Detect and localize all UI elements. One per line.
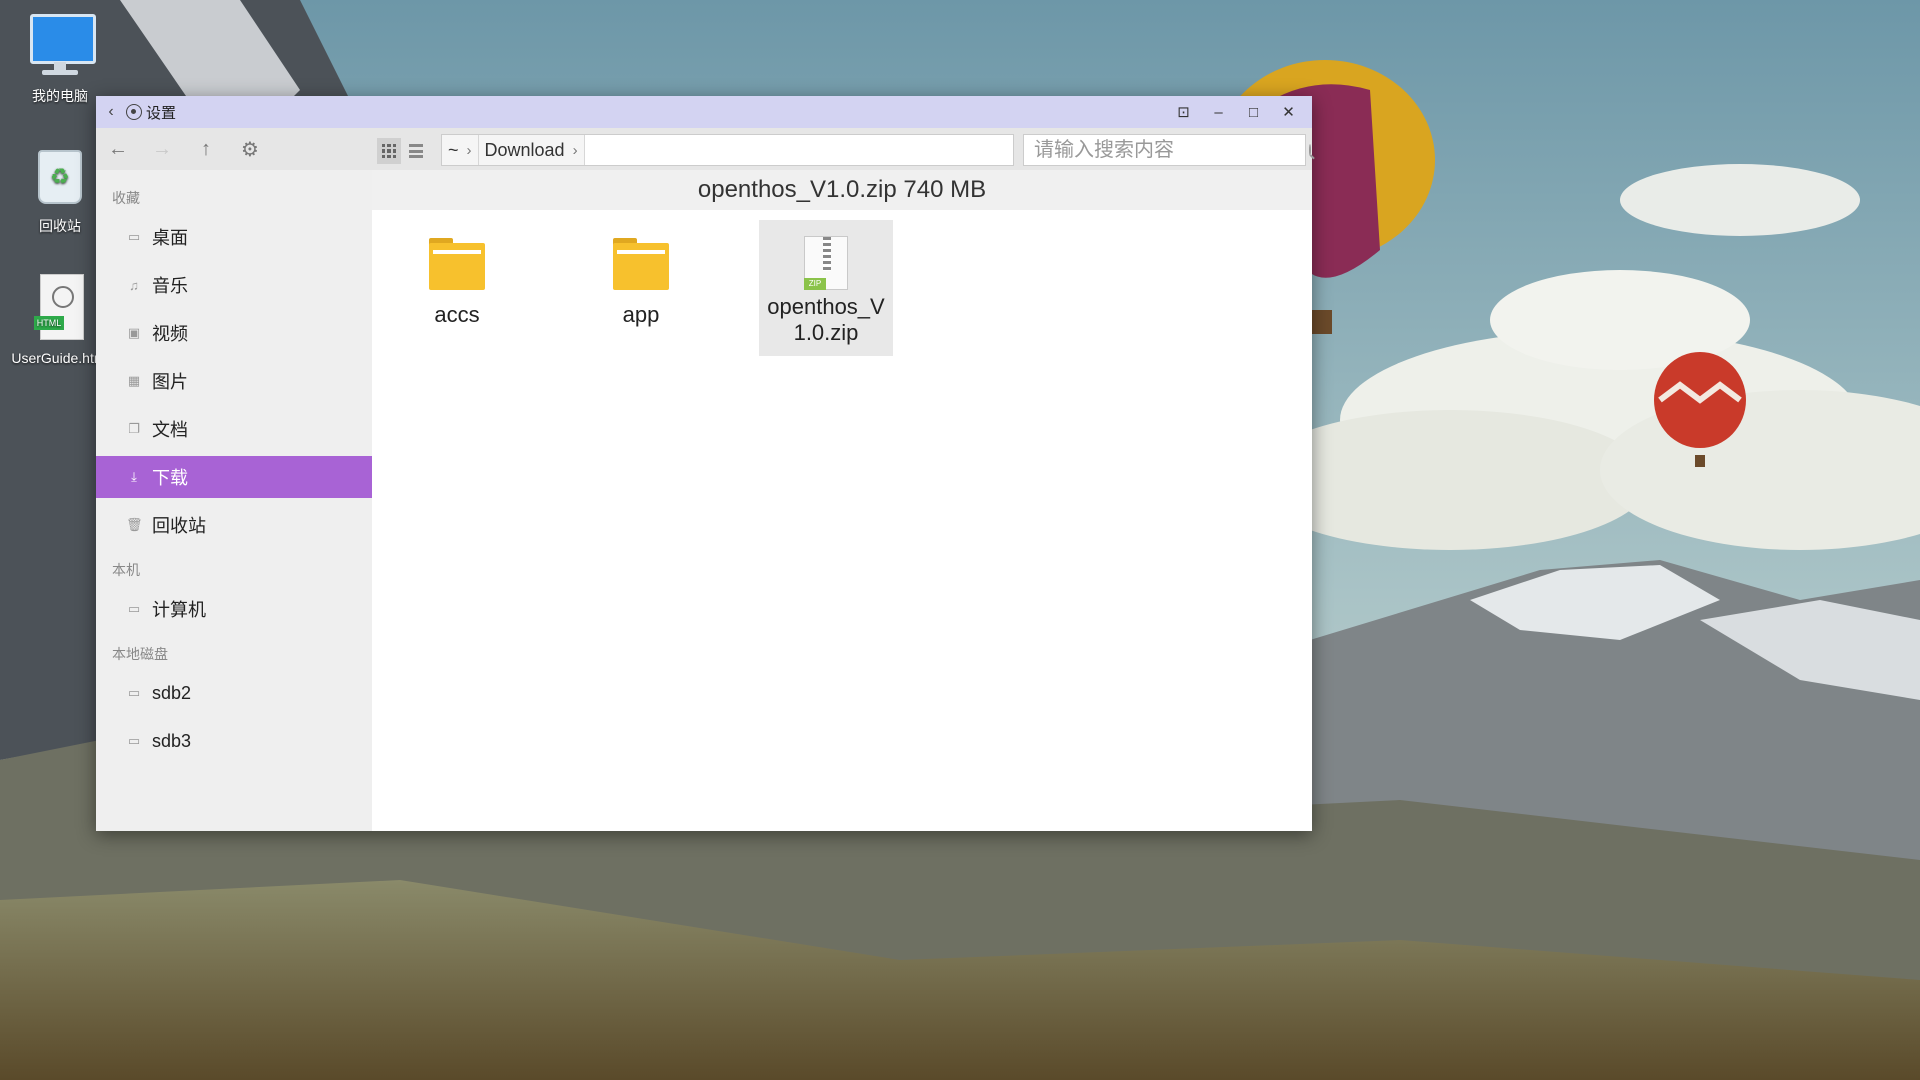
folder-icon xyxy=(429,238,485,290)
file-item-app[interactable]: app xyxy=(574,220,708,328)
search-icon[interactable] xyxy=(1309,144,1311,156)
music-icon: ♫ xyxy=(129,277,139,293)
window-title: 设置 xyxy=(146,104,177,122)
sidebar-item-video[interactable]: ▣ 视频 xyxy=(96,312,372,354)
download-icon: ⤓ xyxy=(131,469,137,484)
grid-icon xyxy=(382,144,396,158)
minimize-button[interactable]: – xyxy=(1201,104,1236,121)
chevron-right-icon: › xyxy=(572,141,578,159)
grid-view-button[interactable] xyxy=(377,138,401,164)
sidebar-item-desktop[interactable]: ▭ 桌面 xyxy=(96,216,372,258)
desktop-icon-my-computer[interactable]: 我的电脑 xyxy=(5,10,115,104)
sidebar-item-pictures[interactable]: ▦ 图片 xyxy=(96,360,372,402)
zip-tag: ZIP xyxy=(804,278,826,290)
sidebar-item-label: 视频 xyxy=(152,324,188,344)
sidebar: 收藏 ▭ 桌面 ♫ 音乐 ▣ 视频 ▦ 图片 ❐ 文档 ⤓ 下载 🗑 回收站 本… xyxy=(96,170,372,831)
maximize-button[interactable]: □ xyxy=(1236,104,1271,121)
sidebar-item-label: 桌面 xyxy=(152,228,188,248)
recycle-bin-icon: ♻ xyxy=(24,140,96,212)
file-name: accs xyxy=(434,302,480,327)
selection-info: openthos_V1.0.zip 740 MB xyxy=(372,170,1312,210)
breadcrumb-label: ~ xyxy=(448,139,459,160)
drive-icon: ▭ xyxy=(127,685,141,700)
sidebar-item-documents[interactable]: ❐ 文档 xyxy=(96,408,372,450)
sidebar-item-label: 回收站 xyxy=(152,516,206,536)
html-file-icon: HTML xyxy=(24,272,96,344)
breadcrumb-home[interactable]: ~ › xyxy=(442,135,479,165)
search-input[interactable] xyxy=(1024,136,1309,164)
sidebar-item-recycle-bin[interactable]: 🗑 回收站 xyxy=(96,504,372,546)
desktop-icon: ▭ xyxy=(127,229,141,244)
file-content-area[interactable]: openthos_V1.0.zip 740 MB accs app ZIP op… xyxy=(372,170,1312,831)
sidebar-item-label: 计算机 xyxy=(152,600,206,620)
window-controls: ⊡ – □ ✕ xyxy=(1166,96,1306,128)
sidebar-item-label: 图片 xyxy=(152,372,188,392)
search-box xyxy=(1023,134,1311,166)
back-arrow-icon[interactable]: ← xyxy=(96,138,140,161)
up-arrow-icon[interactable]: ↑ xyxy=(184,138,228,161)
document-icon: ❐ xyxy=(128,421,140,436)
sidebar-item-computer[interactable]: ▭ 计算机 xyxy=(96,588,372,630)
list-icon xyxy=(409,144,423,158)
drive-icon: ▭ xyxy=(127,733,141,748)
gear-icon[interactable]: ⚙ xyxy=(228,137,272,162)
file-name: app xyxy=(622,302,660,327)
trash-icon: 🗑 xyxy=(126,517,143,532)
file-manager-window: ‹ 设置 ⊡ – □ ✕ ← → ↑ ⚙ ~ › Download › 请输入搜… xyxy=(96,96,1312,831)
toolbar: ← → ↑ ⚙ ~ › Download › xyxy=(96,128,1312,171)
sidebar-item-label: sdb2 xyxy=(152,682,192,703)
close-button[interactable]: ✕ xyxy=(1271,103,1306,121)
sidebar-item-music[interactable]: ♫ 音乐 xyxy=(96,264,372,306)
file-item-openthos-zip[interactable]: ZIP openthos_V1.0.zip xyxy=(759,220,893,356)
folder-icon xyxy=(613,238,669,290)
sidebar-group-local-disks: 本地磁盘 xyxy=(112,646,168,662)
title-back-icon[interactable]: ‹ xyxy=(96,103,126,121)
sidebar-item-sdb3[interactable]: ▭ sdb3 xyxy=(96,720,372,762)
breadcrumb-label: Download xyxy=(484,139,565,160)
sidebar-item-label: 文档 xyxy=(152,420,188,440)
picture-icon: ▦ xyxy=(127,373,141,388)
list-view-button[interactable] xyxy=(404,138,428,164)
file-name: openthos_V1.0.zip xyxy=(767,294,885,345)
file-item-accs[interactable]: accs xyxy=(390,220,524,328)
forward-arrow-icon[interactable]: → xyxy=(140,138,184,161)
lock-icon[interactable]: ⊡ xyxy=(1166,103,1201,121)
chevron-right-icon: › xyxy=(466,141,472,159)
video-icon: ▣ xyxy=(127,325,141,340)
zip-file-icon: ZIP xyxy=(804,236,848,290)
path-bar: ~ › Download › xyxy=(441,134,1014,166)
sidebar-item-label: 音乐 xyxy=(152,276,188,296)
computer-icon: ▭ xyxy=(127,601,141,616)
breadcrumb-download[interactable]: Download › xyxy=(478,135,585,165)
sidebar-item-downloads[interactable]: ⤓ 下载 xyxy=(96,456,372,498)
sidebar-item-label: sdb3 xyxy=(152,730,192,751)
sidebar-item-sdb2[interactable]: ▭ sdb2 xyxy=(96,672,372,714)
titlebar[interactable]: ‹ 设置 ⊡ – □ ✕ xyxy=(96,96,1312,128)
monitor-icon xyxy=(24,10,96,82)
sidebar-item-label: 下载 xyxy=(152,468,188,488)
sidebar-group-this-machine: 本机 xyxy=(112,562,140,578)
sidebar-group-favorites: 收藏 xyxy=(112,190,140,206)
settings-icon xyxy=(126,104,142,120)
